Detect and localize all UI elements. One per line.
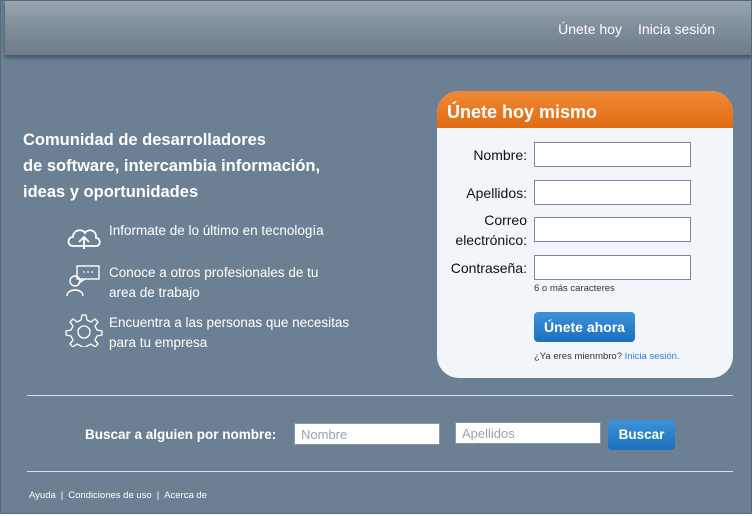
login-link[interactable]: Inicia sesión xyxy=(638,21,715,37)
email-label-line-2: electrónico: xyxy=(455,232,527,248)
gear-icon xyxy=(65,314,103,347)
page: Únete hoy Inicia sesión Comunidad de des… xyxy=(0,0,752,514)
feature-item: Encuentra a las personas que necesitas p… xyxy=(65,313,349,353)
password-input[interactable] xyxy=(534,255,691,280)
search-last-name-input[interactable]: Apellidos xyxy=(455,422,601,444)
email-label: Correo electrónico: xyxy=(455,210,527,250)
feature-item: Conoce a otros profesionales de tu area … xyxy=(65,263,318,303)
footer-terms-link[interactable]: Condiciones de uso xyxy=(68,490,151,501)
footer-about-link[interactable]: Acerca de xyxy=(164,490,207,501)
search-button[interactable]: Buscar xyxy=(608,420,675,450)
join-now-button[interactable]: Únete ahora xyxy=(534,312,635,342)
first-name-input[interactable] xyxy=(534,142,691,167)
first-name-label: Nombre: xyxy=(473,147,527,163)
already-member-text: ¿Ya eres mienmbro? Inicia sesión. xyxy=(534,351,680,362)
divider-top xyxy=(27,395,733,396)
feature-line-2: para tu empresa xyxy=(109,335,208,350)
footer-separator: | xyxy=(156,490,160,501)
feature-line-1: Conoce a otros profesionales de tu xyxy=(109,265,319,280)
feature-line-2: area de trabajo xyxy=(109,285,200,300)
top-bar: Únete hoy Inicia sesión xyxy=(5,1,751,55)
feature-line-1: Encuentra a las personas que necesitas xyxy=(109,315,350,330)
search-first-name-input[interactable]: Nombre xyxy=(294,423,440,445)
cloud-upload-icon xyxy=(67,229,101,249)
feature-item: Informate de lo último en tecnología xyxy=(65,221,324,255)
footer: Ayuda | Condiciones de uso | Acerca de xyxy=(29,490,207,501)
hero-line-1: Comunidad de desarrolladores xyxy=(23,131,266,149)
last-name-label: Apellidos: xyxy=(466,185,527,201)
join-today-link[interactable]: Únete hoy xyxy=(558,21,622,37)
feature-text: Informate de lo último en tecnología xyxy=(109,221,324,241)
footer-separator: | xyxy=(60,490,64,501)
hero-headline: Comunidad de desarrolladores de software… xyxy=(23,127,320,205)
feature-text: Conoce a otros profesionales de tu area … xyxy=(109,263,318,303)
hero-line-3: ideas y oportunidades xyxy=(23,183,199,201)
hero-line-2: de software, intercambia información, xyxy=(23,157,321,175)
top-nav: Únete hoy Inicia sesión xyxy=(558,21,715,37)
last-name-input[interactable] xyxy=(534,180,691,205)
feature-line-1: Informate de lo último en tecnología xyxy=(109,223,324,238)
signup-title: Únete hoy mismo xyxy=(437,91,733,128)
person-chat-icon xyxy=(66,265,100,297)
search-label: Buscar a alguien por nombre: xyxy=(85,427,277,442)
already-member-question: ¿Ya eres mienmbro? xyxy=(534,351,622,362)
password-hint: 6 o más caracteres xyxy=(534,283,615,294)
email-input[interactable] xyxy=(534,217,691,242)
signup-card: Únete hoy mismo Nombre: Apellidos: Corre… xyxy=(437,91,733,378)
footer-help-link[interactable]: Ayuda xyxy=(29,490,56,501)
divider-bottom xyxy=(27,471,733,472)
signin-link[interactable]: Inicia sesión. xyxy=(625,351,680,362)
feature-text: Encuentra a las personas que necesitas p… xyxy=(109,313,349,353)
email-label-line-1: Correo xyxy=(484,212,527,228)
password-label: Contraseña: xyxy=(450,260,527,276)
